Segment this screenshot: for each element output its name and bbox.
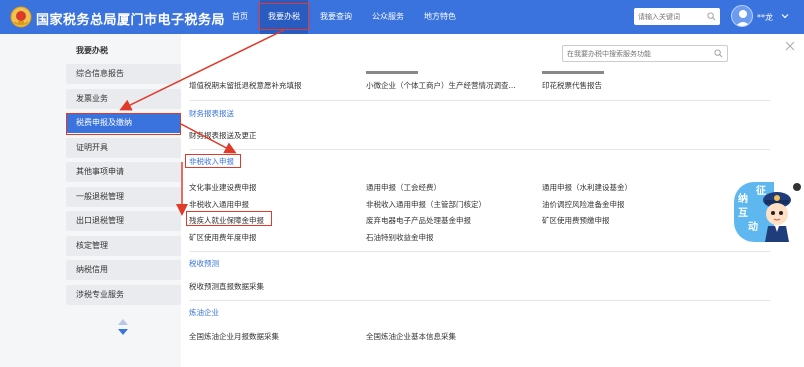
header-search: [634, 8, 720, 25]
section-title-forecast: 税收预测: [189, 259, 219, 268]
link-oil-special-gain[interactable]: 石油特别收益金申报: [366, 232, 434, 243]
sidebar-item-professional[interactable]: 涉税专业服务: [66, 285, 181, 305]
cut-text-fragment: [542, 71, 604, 74]
divider: [190, 300, 770, 301]
link-refinery-monthly[interactable]: 全国炼油企业月报数据采集: [189, 331, 279, 342]
highlight-sidebar-declare: [66, 113, 181, 135]
cut-text-fragment: [366, 71, 418, 74]
highlight-disability-fund: [186, 211, 272, 226]
highlight-non-tax-section: [185, 154, 241, 168]
scroll-arrows-icon[interactable]: [116, 317, 130, 337]
tax-officer-avatar-icon: [763, 192, 791, 242]
top-bar: 国家税务总局厦门市电子税务局 首页 我要办税 我要查询 公众服务 地方特色 **…: [0, 0, 804, 34]
username[interactable]: **龙: [757, 12, 773, 23]
function-search: [562, 45, 728, 62]
link-forecast-data[interactable]: 税收预测直报数据采集: [189, 281, 264, 292]
link-stamp-sale-report[interactable]: 印花税票代售报告: [542, 80, 602, 91]
link-mining-prepay[interactable]: 矿区使用费预缴申报: [542, 215, 610, 226]
user-icon: [735, 10, 751, 26]
widget-close-dot[interactable]: [793, 183, 801, 191]
section-title-financial: 财务报表报送: [189, 109, 234, 118]
link-culture-fee[interactable]: 文化事业建设费申报: [189, 182, 257, 193]
search-icon[interactable]: [714, 49, 723, 58]
widget-char: 纳: [738, 194, 748, 205]
divider: [190, 149, 770, 150]
site-title[interactable]: 国家税务总局厦门市电子税务局: [36, 9, 225, 28]
divider: [190, 251, 770, 252]
section-title-refinery: 炼油企业: [189, 308, 219, 317]
link-micro-enterprise-survey[interactable]: 小微企业（个体工商户）生产经营情况调查...: [366, 80, 516, 91]
sidebar-item-export-refund[interactable]: 出口退税管理: [66, 211, 181, 231]
nav-home[interactable]: 首页: [224, 0, 256, 34]
link-union-fee[interactable]: 通用申报（工会经费）: [366, 182, 441, 193]
sidebar-title: 我要办税: [76, 46, 108, 55]
search-icon[interactable]: [707, 12, 716, 21]
link-financial-report[interactable]: 财务报表报送及更正: [189, 130, 257, 141]
sidebar-item-certificate[interactable]: 证明开具: [66, 138, 181, 158]
sidebar-item-credit[interactable]: 纳税信用: [66, 260, 181, 280]
widget-char: 动: [748, 222, 758, 233]
nav-public-service[interactable]: 公众服务: [364, 0, 412, 34]
close-icon[interactable]: [784, 40, 796, 52]
assistant-widget[interactable]: 征 纳 互 动: [734, 180, 802, 246]
link-non-tax-dept[interactable]: 非税收入通用申报（主管部门核定）: [366, 199, 486, 210]
link-non-tax-general[interactable]: 非税收入通用申报: [189, 199, 249, 210]
sidebar: 我要办税 综合信息报告 发票业务 税费申报及缴纳 证明开具 其他事项申请 一般退…: [0, 34, 181, 367]
link-refinery-basic[interactable]: 全国炼油企业基本信息采集: [366, 331, 456, 342]
nav-query[interactable]: 我要查询: [312, 0, 360, 34]
function-search-input[interactable]: [563, 46, 709, 61]
nav-local-features[interactable]: 地方特色: [416, 0, 464, 34]
divider: [190, 100, 770, 101]
sidebar-item-assessment[interactable]: 核定管理: [66, 236, 181, 256]
sidebar-item-other-request[interactable]: 其他事项申请: [66, 162, 181, 182]
link-oil-risk-fund[interactable]: 油价调控风险准备金申报: [542, 199, 625, 210]
avatar[interactable]: [731, 5, 753, 27]
sidebar-item-refund[interactable]: 一般退税管理: [66, 187, 181, 207]
link-water-fund[interactable]: 通用申报（水利建设基金）: [542, 182, 632, 193]
sidebar-item-invoice[interactable]: 发票业务: [66, 89, 181, 109]
chevron-down-icon[interactable]: [781, 12, 789, 20]
link-waste-electronics-fund[interactable]: 废弃电器电子产品处理基金申报: [366, 215, 471, 226]
link-vat-refund-supplement[interactable]: 增值税期末留抵退税意愿补充填报: [189, 80, 302, 91]
tax-emblem-icon: [10, 6, 32, 28]
widget-char: 互: [738, 208, 748, 219]
highlight-nav-tax-handling: [258, 3, 310, 30]
sidebar-item-info-report[interactable]: 综合信息报告: [66, 64, 181, 84]
link-mining-annual[interactable]: 矿区使用费年度申报: [189, 232, 257, 243]
header-search-input[interactable]: [634, 8, 702, 25]
